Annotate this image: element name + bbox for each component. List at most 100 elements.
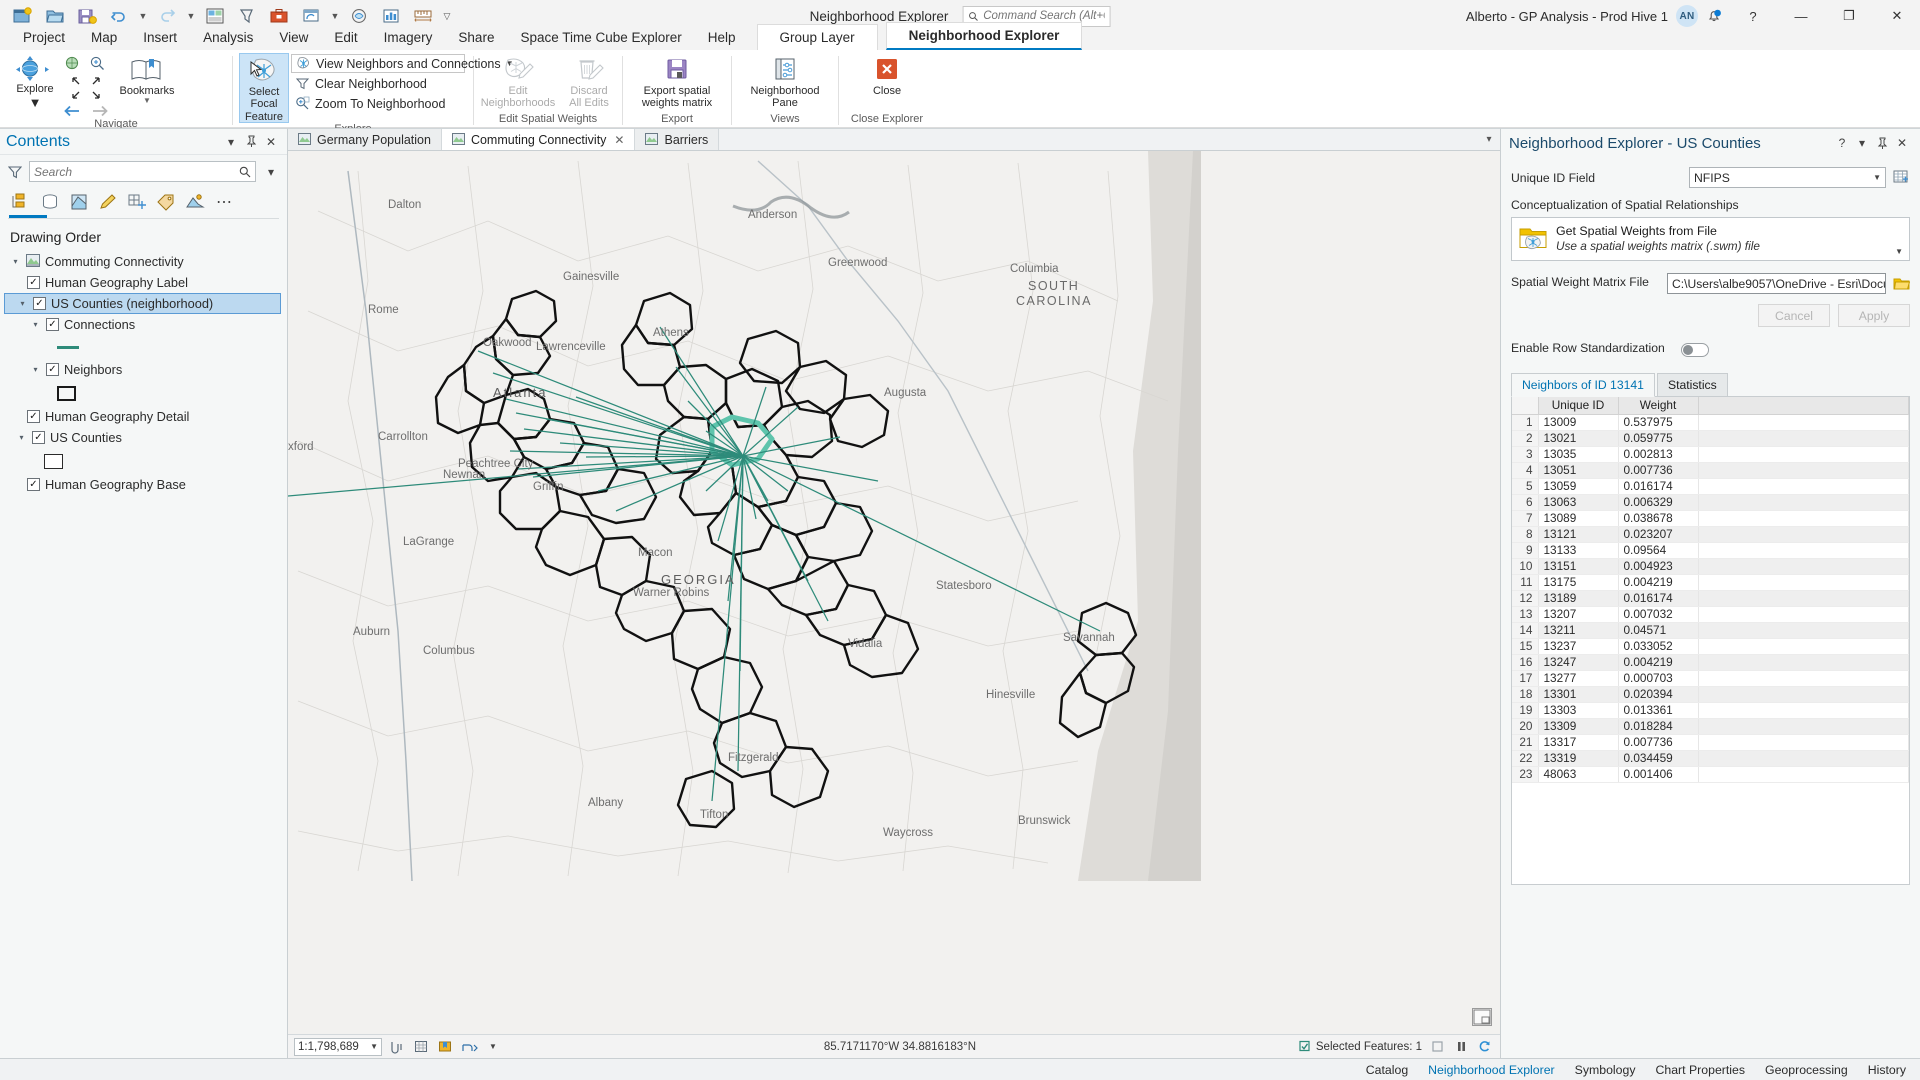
layer-checkbox[interactable]: ✓: [27, 276, 40, 289]
contents-search-box[interactable]: [29, 161, 256, 182]
column-header-weight[interactable]: Weight: [1618, 397, 1698, 414]
status-more-icon[interactable]: ▼: [484, 1038, 502, 1056]
list-by-labeling-icon[interactable]: [153, 190, 179, 214]
table-row[interactable]: 11131750.004219: [1512, 574, 1909, 590]
discard-all-edits-button[interactable]: Discard All Edits: [564, 53, 614, 110]
list-by-selection-icon[interactable]: [66, 190, 92, 214]
expander-icon[interactable]: ▾: [17, 299, 28, 308]
dock-tab-geoprocessing[interactable]: Geoprocessing: [1755, 1059, 1858, 1080]
explore-button[interactable]: Explore ▼: [12, 53, 58, 110]
layer-row-connections[interactable]: ▾ ✓ Connections: [4, 314, 283, 335]
list-by-editing-icon[interactable]: [95, 190, 121, 214]
menu-tab-analysis[interactable]: Analysis: [190, 27, 266, 50]
next-extent-icon[interactable]: [90, 104, 110, 118]
map-tab-commuting-connectivity[interactable]: Commuting Connectivity ✕: [442, 129, 636, 150]
layer-checkbox[interactable]: ✓: [33, 297, 46, 310]
navigate-arrows-grid[interactable]: [70, 75, 102, 101]
map-overview-button[interactable]: [1472, 1008, 1492, 1026]
expander-icon[interactable]: ▾: [16, 433, 27, 442]
neighbors-table-container[interactable]: Unique ID Weight 1130090.537975 2130210.…: [1511, 397, 1910, 885]
bookmarks-button[interactable]: Bookmarks ▼: [118, 53, 176, 105]
export-spatial-weights-matrix-button[interactable]: Export spatial weights matrix: [631, 53, 723, 110]
contents-search-dropdown-icon[interactable]: ▾: [261, 162, 281, 182]
table-row[interactable]: 6130630.006329: [1512, 494, 1909, 510]
map-tabs-overflow-icon[interactable]: ▾: [1478, 129, 1500, 150]
close-icon[interactable]: ✕: [1892, 133, 1912, 153]
clear-neighborhood-button[interactable]: Clear Neighborhood: [291, 74, 465, 93]
expander-icon[interactable]: ▾: [30, 320, 41, 329]
layer-row-human-geography-base[interactable]: ✓ Human Geography Base: [4, 474, 283, 495]
layer-checkbox[interactable]: ✓: [46, 363, 59, 376]
menu-tab-insert[interactable]: Insert: [130, 27, 190, 50]
map-tab-germany-population[interactable]: Germany Population: [288, 129, 442, 150]
zoom-to-neighborhood-button[interactable]: Zoom To Neighborhood: [291, 94, 465, 113]
edit-neighborhoods-button[interactable]: Edit Neighborhoods: [482, 53, 554, 110]
menu-tab-space-time-cube-explorer[interactable]: Space Time Cube Explorer: [507, 27, 694, 50]
table-row[interactable]: 19133030.013361: [1512, 702, 1909, 718]
table-row[interactable]: 12131890.016174: [1512, 590, 1909, 606]
table-row[interactable]: 14132110.04571: [1512, 622, 1909, 638]
map-scale-dropdown-icon[interactable]: ▼: [370, 1042, 378, 1051]
layer-checkbox[interactable]: ✓: [27, 478, 40, 491]
row-standardization-toggle[interactable]: [1681, 343, 1709, 357]
table-row[interactable]: 4130510.007736: [1512, 462, 1909, 478]
contents-more-icon[interactable]: ⋯: [211, 190, 237, 214]
layer-row-commuting-connectivity[interactable]: ▾ Commuting Connectivity: [4, 251, 283, 272]
close-explorer-button[interactable]: Close: [847, 53, 927, 97]
table-row[interactable]: 8131210.023207: [1512, 526, 1909, 542]
previous-extent-icon[interactable]: [62, 104, 82, 118]
table-row[interactable]: 5130590.016174: [1512, 478, 1909, 494]
conceptualization-combo[interactable]: Get Spatial Weights from File Use a spat…: [1511, 217, 1910, 261]
pause-drawing-icon[interactable]: [1452, 1038, 1470, 1056]
map-tab-barriers[interactable]: Barriers: [635, 129, 719, 150]
dock-tab-neighborhood-explorer[interactable]: Neighborhood Explorer: [1418, 1059, 1564, 1080]
table-row[interactable]: 7130890.038678: [1512, 510, 1909, 526]
table-row[interactable]: 17132770.000703: [1512, 670, 1909, 686]
table-row[interactable]: 15132370.033052: [1512, 638, 1909, 654]
contents-pin-icon[interactable]: [241, 132, 261, 152]
contents-menu-chevron-icon[interactable]: ▾: [221, 132, 241, 152]
contextual-tab-neighborhood-explorer[interactable]: Neighborhood Explorer: [886, 22, 1083, 50]
layer-row-human-geography-label[interactable]: ✓ Human Geography Label: [4, 272, 283, 293]
table-row[interactable]: 20133090.018284: [1512, 718, 1909, 734]
neighborhood-pane-button[interactable]: Neighborhood Pane: [740, 53, 830, 110]
unique-id-field-combo[interactable]: NFIPS ▼: [1689, 167, 1886, 188]
menu-tab-help[interactable]: Help: [695, 27, 749, 50]
column-header-unique-id[interactable]: Unique ID: [1538, 397, 1618, 414]
apply-button[interactable]: Apply: [1838, 304, 1910, 327]
layer-checkbox[interactable]: ✓: [32, 431, 45, 444]
table-row[interactable]: 3130350.002813: [1512, 446, 1909, 462]
filter-icon[interactable]: [6, 165, 24, 179]
layer-row-neighbors[interactable]: ▾ ✓ Neighbors: [4, 359, 283, 380]
grid-icon[interactable]: [412, 1038, 430, 1056]
menu-tab-imagery[interactable]: Imagery: [371, 27, 446, 50]
table-row[interactable]: 9131330.09564: [1512, 542, 1909, 558]
expander-icon[interactable]: ▾: [30, 365, 41, 374]
pin-icon[interactable]: [1872, 133, 1892, 153]
contents-search-icon[interactable]: [239, 166, 251, 178]
view-neighbors-and-connections-button[interactable]: View Neighbors and Connections ▼: [291, 54, 465, 73]
table-row[interactable]: 22133190.034459: [1512, 750, 1909, 766]
select-focal-feature-button[interactable]: Select Focal Feature: [239, 53, 289, 123]
table-row[interactable]: 13132070.007032: [1512, 606, 1909, 622]
menu-chevron-icon[interactable]: ▾: [1852, 133, 1872, 153]
cancel-button[interactable]: Cancel: [1758, 304, 1830, 327]
list-by-diagram-icon[interactable]: [182, 190, 208, 214]
column-header-index[interactable]: [1512, 397, 1538, 414]
map-scale-combo[interactable]: 1:1,798,689 ▼: [294, 1038, 382, 1056]
table-row[interactable]: 16132470.004219: [1512, 654, 1909, 670]
command-search-input[interactable]: [983, 10, 1104, 22]
help-icon[interactable]: ?: [1832, 133, 1852, 153]
list-by-drawing-order-icon[interactable]: [8, 190, 34, 214]
bookmark-icon[interactable]: [436, 1038, 454, 1056]
snapping-icon[interactable]: [388, 1038, 406, 1056]
layer-row-us-counties-neighborhood[interactable]: ▾ ✓ US Counties (neighborhood): [4, 293, 281, 314]
menu-tab-view[interactable]: View: [266, 27, 321, 50]
chevron-down-icon[interactable]: ▼: [1869, 173, 1881, 182]
navigator-icon[interactable]: [460, 1038, 478, 1056]
contents-search-input[interactable]: [34, 165, 239, 179]
list-by-snapping-icon[interactable]: [124, 190, 150, 214]
menu-tab-project[interactable]: Project: [10, 27, 78, 50]
layer-checkbox[interactable]: ✓: [46, 318, 59, 331]
contents-close-icon[interactable]: ✕: [261, 132, 281, 152]
